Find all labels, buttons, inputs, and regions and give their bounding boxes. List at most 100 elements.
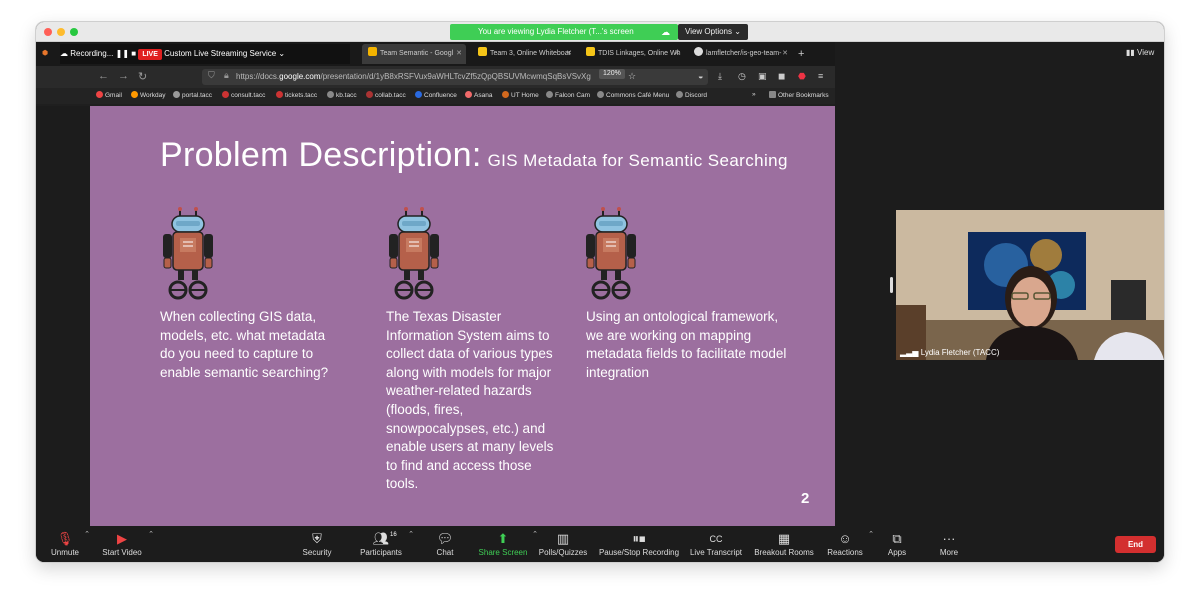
whiteboard-icon	[478, 47, 487, 56]
ublock-icon[interactable]: ⬣	[798, 71, 806, 82]
extension-icon[interactable]: ◼	[778, 71, 785, 82]
cc-icon: CC	[709, 534, 723, 544]
forward-arrow-icon[interactable]: →	[118, 70, 129, 82]
more-button[interactable]: ··· More	[938, 530, 960, 557]
reactions-button[interactable]: ☺ Reactions ⌃	[826, 530, 874, 557]
close-tab-icon[interactable]: ✕	[566, 44, 572, 64]
close-tab-icon[interactable]: ✕	[782, 44, 788, 64]
more-bookmarks-icon[interactable]: »	[752, 91, 756, 98]
smiley-icon: ☺	[838, 531, 852, 546]
bar-chart-icon: ▥	[556, 531, 570, 546]
share-screen-label: Share Screen	[478, 548, 528, 557]
tab-team-semantic[interactable]: Team Semantic - Googl ✕	[362, 44, 466, 64]
bookmark-consult-tacc[interactable]: consult.tacc	[222, 91, 265, 99]
bookmark-kb-tacc[interactable]: kb.tacc	[327, 91, 357, 99]
chat-button[interactable]: 💬︎ Chat	[434, 530, 456, 557]
lock-icon[interactable]: 🔒︎	[224, 70, 229, 81]
robot-illustration	[389, 207, 439, 300]
tracking-shield-icon[interactable]: ⛉	[208, 70, 215, 81]
tab-github-repo[interactable]: lamfletcher/is-geo-team- ✕	[688, 44, 792, 64]
minimize-window-button[interactable]	[57, 28, 65, 36]
viewing-screen-banner: You are viewing Lydia Fletcher (T...'s s…	[450, 24, 678, 40]
new-tab-button[interactable]: +	[798, 44, 810, 64]
chat-icon: 💬︎	[436, 531, 454, 546]
extension-icon[interactable]: ▣	[758, 71, 767, 82]
bookmark-other[interactable]: Other Bookmarks	[769, 91, 829, 99]
robot-illustration	[163, 207, 213, 300]
tab-tdis-linkages[interactable]: TDIS Linkages, Online Wh ✕	[580, 44, 684, 64]
menu-icon[interactable]: ≡	[818, 71, 823, 81]
chevron-up-icon[interactable]: ⌃	[868, 530, 874, 538]
chat-label: Chat	[436, 548, 454, 557]
download-icon[interactable]: ⤓	[718, 71, 722, 82]
tab-team-3-whiteboard[interactable]: Team 3, Online Whiteboar ✕	[472, 44, 576, 64]
start-video-button[interactable]: ▶︎ Start Video ⌃	[100, 530, 154, 557]
breakout-rooms-icon: ▦	[777, 531, 791, 546]
back-arrow-icon[interactable]: ←	[98, 70, 109, 82]
bookmark-gmail[interactable]: Gmail	[96, 91, 122, 99]
bookmark-falcon-cam[interactable]: Falcon Cam	[546, 91, 590, 99]
pause-stop-recording-button[interactable]: ⏸︎⏹︎ Pause/Stop Recording	[598, 530, 680, 557]
bookmark-asana[interactable]: Asana	[465, 91, 492, 99]
resize-handle[interactable]	[890, 277, 893, 293]
unmute-button[interactable]: 🎙︎ Unmute ⌃	[50, 530, 90, 557]
close-tab-icon[interactable]: ✕	[456, 44, 462, 64]
zoom-level-badge[interactable]: 120%	[599, 69, 625, 79]
breakout-rooms-button[interactable]: ▦ Breakout Rooms	[753, 530, 815, 557]
bookmark-tickets-tacc[interactable]: tickets.tacc	[276, 91, 317, 99]
view-button[interactable]: ▮▮ View	[1126, 48, 1154, 57]
pause-recording-icon[interactable]: ❚❚	[116, 49, 129, 58]
security-label: Security	[302, 548, 332, 557]
bookmark-ut-home[interactable]: UT Home	[502, 91, 539, 99]
chevron-down-icon[interactable]: ⌄	[278, 49, 285, 58]
tab-title: TDIS Linkages, Online Wh	[598, 50, 681, 57]
bookmark-collab-tacc[interactable]: collab.tacc	[366, 91, 406, 99]
bookmark-portal-tacc[interactable]: portal.tacc	[173, 91, 212, 99]
stop-recording-icon[interactable]: ■	[131, 49, 136, 58]
bookmark-confluence[interactable]: Confluence	[415, 91, 457, 99]
bookmark-workday[interactable]: Workday	[131, 91, 166, 99]
unmute-label: Unmute	[50, 548, 79, 557]
robot-illustration	[586, 207, 636, 300]
share-screen-button[interactable]: ⬆ Share Screen ⌃	[478, 530, 538, 557]
view-icon: ▮▮	[1126, 48, 1135, 57]
start-video-label: Start Video	[102, 548, 142, 557]
meeting-toolbar: 🎙︎ Unmute ⌃ ▶︎ Start Video ⌃ ⛨ Security …	[36, 526, 1164, 562]
more-label: More	[939, 548, 959, 557]
reload-icon[interactable]: ↻	[138, 70, 147, 83]
participant-video[interactable]: ▂▃▅ Lydia Fletcher (TACC)	[896, 210, 1164, 360]
url-prefix: https://docs.	[236, 72, 280, 81]
window-titlebar: You are viewing Lydia Fletcher (T...'s s…	[36, 22, 1164, 42]
recording-label: Recording...	[70, 49, 114, 58]
apps-button[interactable]: ⧉ Apps	[886, 530, 908, 557]
bookmark-star-icon[interactable]: ☆	[628, 71, 636, 82]
slide-page-number: 2	[801, 490, 810, 507]
google-slides-icon	[368, 47, 377, 56]
bookmark-commons-cafe-menu[interactable]: Commons Café Menu	[597, 91, 669, 99]
close-window-button[interactable]	[44, 28, 52, 36]
brave-shield-icon[interactable]: ⬢	[42, 44, 56, 64]
end-meeting-button[interactable]: End	[1115, 536, 1156, 553]
tab-title: Team Semantic - Googl	[380, 50, 454, 57]
muted-microphone-icon: 🎙︎	[56, 531, 74, 546]
bookmark-discord[interactable]: Discord	[676, 91, 707, 99]
chevron-up-icon[interactable]: ⌃	[148, 530, 154, 538]
bookmarks-bar: Gmail Workday portal.tacc consult.tacc t…	[36, 88, 835, 104]
polls-quizzes-button[interactable]: ▥ Polls/Quizzes	[538, 530, 588, 557]
chevron-up-icon[interactable]: ⌃	[408, 530, 414, 538]
chevron-up-icon[interactable]: ⌃	[84, 530, 90, 538]
extension-clock-icon[interactable]: ◷	[738, 71, 746, 82]
slide-title-main: Problem Description:	[160, 136, 482, 174]
maximize-window-button[interactable]	[70, 28, 78, 36]
close-tab-icon[interactable]: ✕	[674, 44, 680, 64]
view-options-button[interactable]: View Options ⌄	[678, 24, 748, 40]
live-transcript-button[interactable]: CC Live Transcript	[688, 530, 744, 557]
participants-button[interactable]: 👥︎ 16 Participants ⌃	[358, 530, 414, 557]
participants-count: 16	[390, 532, 397, 538]
transcript-label: Live Transcript	[689, 548, 743, 557]
live-badge: LIVE	[138, 49, 162, 60]
security-button[interactable]: ⛨ Security	[300, 530, 334, 557]
share-screen-icon: ⬆	[497, 531, 509, 546]
pocket-icon[interactable]: ◒	[698, 71, 703, 81]
view-label: View	[1137, 48, 1155, 57]
